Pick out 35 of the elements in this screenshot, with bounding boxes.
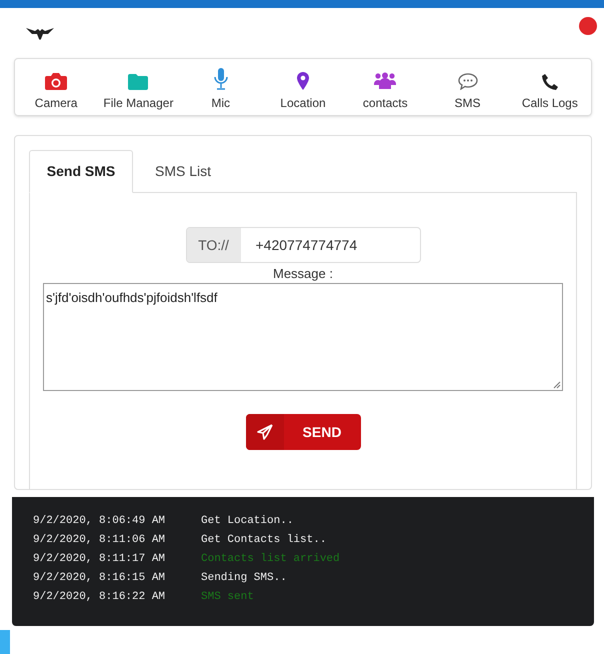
- location-pin-icon: [296, 72, 309, 90]
- speech-bubble-icon: [458, 73, 478, 90]
- camera-icon: [45, 72, 68, 90]
- nav-item[interactable]: Calls Logs: [508, 64, 591, 110]
- eagle-logo-icon: [26, 26, 54, 40]
- nav-item[interactable]: SMS: [426, 64, 509, 110]
- log-time: 9/2/2020, 8:11:06 AM: [33, 533, 166, 548]
- nav-item[interactable]: File Manager: [97, 64, 180, 110]
- nav-item[interactable]: Mic: [180, 64, 262, 110]
- log-time: 9/2/2020, 8:06:49 AM: [33, 514, 166, 530]
- to-prefix: TO://: [186, 228, 240, 262]
- paper-plane-icon: [256, 424, 272, 440]
- resize-handle-icon[interactable]: [553, 381, 561, 389]
- log-time: 9/2/2020, 8:11:17 AM: [33, 552, 166, 568]
- people-group-icon: [374, 72, 396, 90]
- log-message: Contacts list arrived: [201, 552, 340, 568]
- nav-item[interactable]: Camera: [15, 64, 98, 110]
- folder-icon: [128, 74, 148, 90]
- microphone-icon: [214, 68, 228, 90]
- log-message: Sending SMS..: [201, 571, 287, 586]
- tab[interactable]: SMS List: [133, 150, 233, 192]
- log-message: Get Contacts list..: [201, 533, 326, 548]
- log-message: SMS sent: [201, 590, 254, 606]
- log-time: 9/2/2020, 8:16:15 AM: [33, 571, 166, 586]
- send-button[interactable]: SEND: [246, 414, 360, 450]
- message-label: Message :: [273, 265, 333, 283]
- nav-item[interactable]: Location: [262, 64, 344, 110]
- background-panel: [0, 630, 10, 654]
- log-message: Get Location..: [201, 514, 294, 530]
- to-field[interactable]: TO:// +420774774774: [186, 227, 420, 263]
- message-field[interactable]: s'jfd'oisdh'oufhds'pjfoidsh'lfsdf: [43, 283, 563, 391]
- log-time: 9/2/2020, 8:16:22 AM: [33, 590, 166, 606]
- phone-icon: [542, 74, 558, 90]
- nav-item[interactable]: contacts: [344, 64, 426, 110]
- tab[interactable]: Send SMS: [29, 150, 133, 193]
